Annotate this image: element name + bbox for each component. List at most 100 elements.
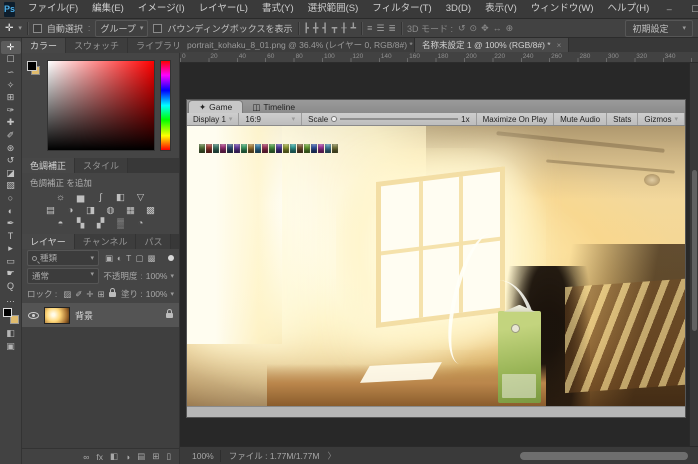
auto-select-dropdown[interactable]: グループ ▾: [95, 19, 149, 37]
move-tool[interactable]: ✛: [0, 41, 21, 54]
tab-color[interactable]: カラー: [22, 38, 67, 53]
new-adjustment-layer-icon[interactable]: ◑: [125, 452, 130, 462]
quick-mask-button[interactable]: ◧: [1, 327, 21, 340]
align-bottom-icon[interactable]: ┻: [351, 23, 356, 34]
adj-exposure-icon[interactable]: ◧: [114, 192, 127, 203]
layer-filter-dropdown[interactable]: 種類 ▾: [27, 250, 99, 266]
add-layer-mask-icon[interactable]: ◧: [110, 451, 118, 462]
menu-item[interactable]: レイヤー(L): [192, 0, 255, 18]
layer-row-background[interactable]: 背景: [22, 303, 179, 327]
chevron-down-icon[interactable]: ▾: [18, 24, 22, 32]
visibility-eye-icon[interactable]: [28, 311, 39, 319]
filter-type-icon[interactable]: T: [126, 253, 131, 264]
zoom-tool[interactable]: Q: [1, 280, 21, 293]
menu-item[interactable]: イメージ(I): [131, 0, 192, 18]
pasted-screenshot[interactable]: ✦ Game ◫ Timeline Display 1 ▾ 16:9 ▾ Sca…: [186, 99, 686, 418]
workspace-selector[interactable]: 初期設定 ▾: [625, 19, 693, 37]
align-right-icon[interactable]: ┫: [322, 23, 327, 34]
distribute-spacing-icon[interactable]: ≣: [388, 23, 396, 34]
layer-thumbnail[interactable]: [44, 306, 70, 324]
filter-toggle-icon[interactable]: [168, 255, 174, 261]
screen-mode-button[interactable]: ▣: [1, 340, 21, 353]
new-group-icon[interactable]: ▤: [137, 451, 145, 462]
menu-item[interactable]: ウィンドウ(W): [524, 0, 601, 18]
distribute-vertical-icon[interactable]: ≡: [367, 23, 372, 34]
align-center-h-icon[interactable]: ╋: [313, 23, 318, 34]
opacity-field[interactable]: 不透明度 : 100% ▾: [103, 270, 174, 282]
tab-swatches[interactable]: スウォッチ: [66, 38, 129, 53]
eyedropper-tool[interactable]: ✑: [1, 104, 21, 117]
document-tab[interactable]: portrait_kohaku_8_01.png @ 36.4% (レイヤー 0…: [180, 38, 415, 52]
3d-orbit-icon[interactable]: ↺: [458, 23, 466, 34]
quick-select-tool[interactable]: ✧: [1, 79, 21, 92]
document-tab[interactable]: 名称未設定 1 @ 100% (RGB/8#) * ×: [415, 38, 570, 52]
fill-field[interactable]: 塗り : 100% ▾: [121, 288, 174, 300]
menu-item[interactable]: 選択範囲(S): [301, 0, 366, 18]
close-icon[interactable]: ×: [557, 41, 562, 50]
lock-all-icon[interactable]: [108, 287, 116, 297]
tab-layers[interactable]: レイヤー: [22, 234, 75, 249]
clone-stamp-tool[interactable]: ⊛: [1, 142, 21, 155]
menu-item[interactable]: ファイル(F): [21, 0, 85, 18]
adj-threshold-icon[interactable]: ▞: [94, 218, 107, 229]
filter-shape-icon[interactable]: ▢: [135, 253, 143, 264]
3d-scale-icon[interactable]: ⊕: [506, 23, 514, 34]
filter-pixel-icon[interactable]: ▣: [105, 253, 113, 264]
path-select-tool[interactable]: ▸: [1, 243, 21, 256]
lock-transparency-icon[interactable]: ▨: [63, 289, 71, 300]
adj-posterize-icon[interactable]: ▚: [74, 218, 87, 229]
auto-select-checkbox[interactable]: [32, 23, 42, 33]
canvas[interactable]: ✦ Game ◫ Timeline Display 1 ▾ 16:9 ▾ Sca…: [180, 63, 698, 446]
history-brush-tool[interactable]: ↺: [1, 154, 21, 167]
menu-item[interactable]: 3D(D): [439, 0, 478, 18]
layer-style-icon[interactable]: fx: [96, 452, 103, 462]
blend-mode-dropdown[interactable]: 通常 ▾: [27, 268, 99, 284]
adj-color-balance-icon[interactable]: ◑: [64, 205, 77, 216]
adj-curves-icon[interactable]: ∫: [94, 192, 107, 203]
adj-gradient-map-icon[interactable]: ▒: [114, 218, 127, 229]
adj-photo-filter-icon[interactable]: ◍: [104, 205, 117, 216]
blur-tool[interactable]: ○: [1, 192, 21, 205]
adj-invert-icon[interactable]: ◓: [54, 218, 67, 229]
scrollbar-thumb[interactable]: [692, 170, 697, 332]
delete-layer-icon[interactable]: ▯: [166, 451, 171, 462]
filter-adjustment-icon[interactable]: ◐: [117, 253, 122, 264]
adj-black-white-icon[interactable]: ◨: [84, 205, 97, 216]
zoom-level-field[interactable]: 100%: [186, 449, 221, 462]
adj-hue-saturation-icon[interactable]: ▤: [44, 205, 57, 216]
bounding-box-checkbox[interactable]: [153, 23, 163, 33]
adj-vibrance-icon[interactable]: ▽: [134, 192, 147, 203]
pen-tool[interactable]: ✒: [1, 217, 21, 230]
distribute-horizontal-icon[interactable]: ☰: [376, 23, 384, 34]
saturation-brightness-picker[interactable]: [47, 60, 155, 151]
menu-item[interactable]: フィルター(T): [365, 0, 438, 18]
vertical-scrollbar[interactable]: [689, 63, 698, 446]
new-layer-icon[interactable]: ⊞: [152, 451, 159, 462]
horizontal-ruler[interactable]: 0 20 40 60 80 100 120 140 160 180 200 220 240 260 280 3…: [180, 52, 698, 63]
status-chevron-icon[interactable]: 〉: [327, 450, 336, 462]
adj-color-lookup-icon[interactable]: ▩: [144, 205, 157, 216]
maximize-button[interactable]: ☐: [682, 0, 698, 18]
adj-selective-color-icon[interactable]: ◔: [134, 218, 147, 229]
tab-channels[interactable]: チャンネル: [74, 234, 137, 249]
crop-tool[interactable]: ⊞: [1, 91, 21, 104]
adj-channel-mixer-icon[interactable]: ▦: [124, 205, 137, 216]
tab-styles[interactable]: スタイル: [75, 158, 129, 173]
dodge-tool[interactable]: ◐: [1, 205, 21, 218]
healing-brush-tool[interactable]: ✚: [1, 117, 21, 130]
hue-slider[interactable]: [160, 60, 171, 151]
3d-roll-icon[interactable]: ⊙: [470, 23, 478, 34]
tab-paths[interactable]: パス: [136, 234, 172, 249]
marquee-tool[interactable]: ☐: [1, 54, 21, 67]
hand-tool[interactable]: ☛: [1, 268, 21, 281]
menu-item[interactable]: ヘルプ(H): [601, 0, 657, 18]
gradient-tool[interactable]: ▧: [1, 180, 21, 193]
brush-tool[interactable]: ✐: [1, 129, 21, 142]
3d-pan-icon[interactable]: ✥: [481, 23, 489, 34]
align-left-icon[interactable]: ┣: [304, 23, 309, 34]
3d-slide-icon[interactable]: ↔: [493, 23, 502, 34]
menu-item[interactable]: 表示(V): [478, 0, 524, 18]
type-tool[interactable]: T: [1, 230, 21, 243]
adj-levels-icon[interactable]: ▅: [74, 192, 87, 203]
menu-item[interactable]: 編集(E): [85, 0, 131, 18]
